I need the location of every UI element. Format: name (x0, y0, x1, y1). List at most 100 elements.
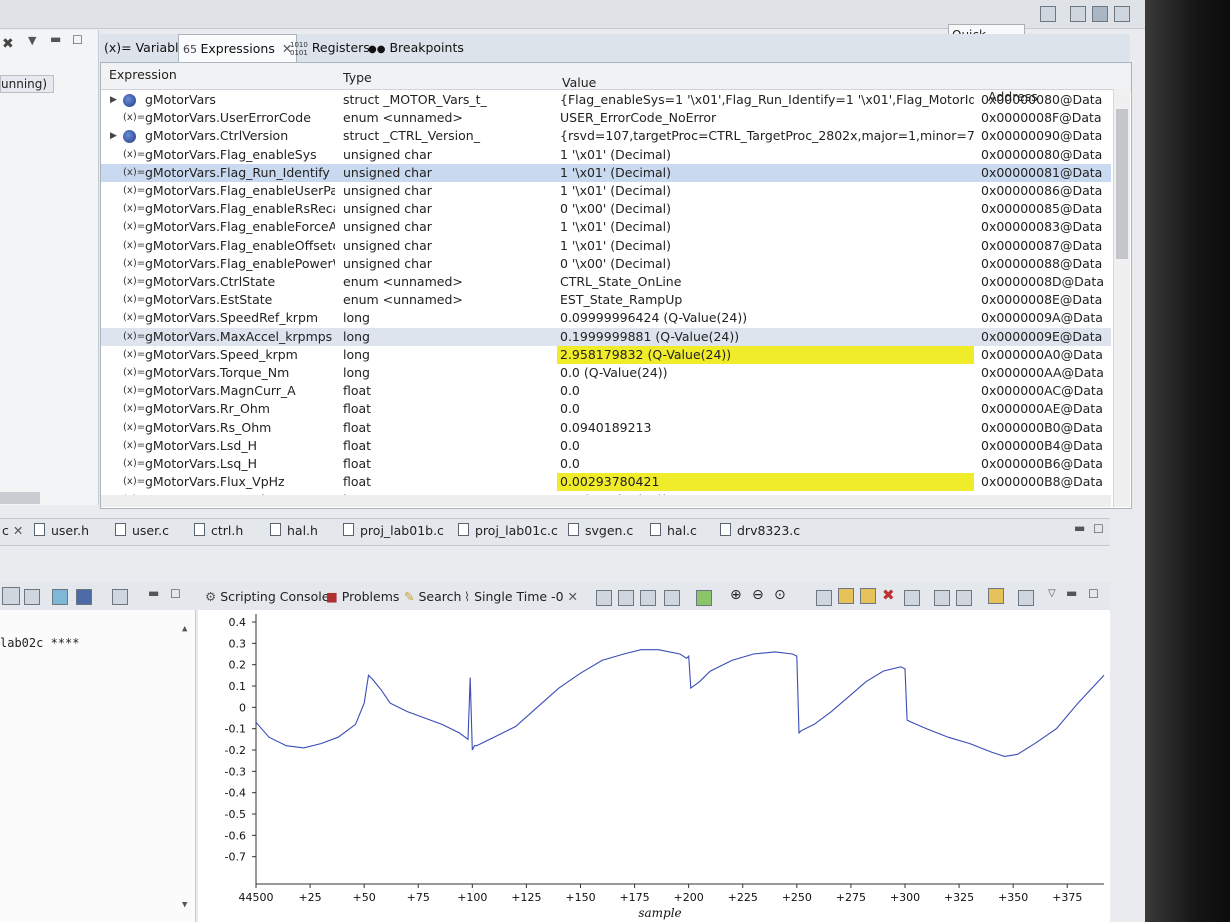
expression-cell[interactable]: gMotorVars.EstState (145, 291, 335, 309)
expression-cell[interactable]: gMotorVars.CtrlVersion (145, 127, 335, 145)
value-cell[interactable]: USER_ErrorCode_NoError (557, 109, 974, 127)
editor-tab-svgen[interactable]: svgen.c (568, 523, 633, 538)
table-row[interactable]: (x)= gMotorVars.Speed_krpm long 2.958179832… (101, 345, 1111, 364)
console-view-icon[interactable] (2, 587, 20, 605)
expand-icon[interactable]: ▶ (110, 91, 117, 109)
close-icon[interactable]: ✖ (2, 36, 14, 52)
editor-tab-proj-lab01b[interactable]: proj_lab01b.c (343, 523, 444, 538)
tab-scripting-console[interactable]: ⚙ Scripting Console (205, 589, 329, 604)
value-cell[interactable]: 0.1999999881 (Q-Value(24)) (557, 328, 974, 346)
display-console-icon[interactable] (76, 589, 92, 605)
table-row[interactable]: (x)= gMotorVars.Lsq_H float 0.0 0x000000B6@D… (101, 455, 1111, 473)
table-row[interactable]: (x)= gMotorVars.Lsd_H float 0.0 0x000000B4@D… (101, 437, 1111, 455)
value-cell[interactable]: {rsvd=107,targetProc=CTRL_TargetProc_280… (557, 127, 974, 145)
tab-registers[interactable]: 1010 0101 Registers (286, 34, 374, 61)
minimize-console-icon[interactable]: ▬ (148, 586, 159, 600)
value-cell[interactable]: {Flag_enableSys=1 '\x01',Flag_Run_Identi… (557, 91, 974, 109)
value-cell[interactable]: 2.958179832 (Q-Value(24)) (557, 345, 974, 364)
table-row[interactable]: (x)= gMotorVars.EstState enum <unnamed> EST… (101, 291, 1111, 309)
graph-canvas[interactable]: 0.4 0.3 0.2 0.1 0 -0.1 -0.2 -0.3 -0.4 -0.5 -0.6 -0.… (198, 610, 1110, 922)
expression-cell[interactable]: gMotorVars.Speed_krpm (145, 346, 335, 364)
expression-cell[interactable]: gMotorVars.CtrlState (145, 273, 335, 291)
editor-tab-ctrl-h[interactable]: ctrl.h (194, 523, 243, 538)
value-cell[interactable]: 0.0 (557, 437, 974, 455)
expression-cell[interactable]: gMotorVars.Flag_enableRsRecalc (145, 200, 335, 218)
tab-expressions[interactable]: 65 Expressions ✕ (178, 34, 298, 62)
zoom-icon[interactable]: ⊙ (774, 587, 786, 603)
horizontal-scrollbar[interactable] (0, 492, 40, 504)
settings-icon[interactable] (1114, 6, 1130, 22)
table-row[interactable]: (x)= gMotorVars.MaxAccel_krpmps long 0.1999… (101, 327, 1111, 346)
value-cell[interactable]: 1 '\x01' (Decimal) (557, 218, 974, 236)
value-cell[interactable]: 0.0940189213 (557, 419, 974, 437)
editor-tab-hal-h[interactable]: hal.h (270, 523, 318, 538)
table-row[interactable]: (x)=gMotorVars.Flag_enableOffsetcalc unsi… (101, 237, 1111, 255)
maximize-icon[interactable]: ☐ (72, 33, 83, 47)
expression-cell[interactable]: gMotorVars.Torque_Nm (145, 364, 335, 382)
expression-cell[interactable]: gMotorVars.Flag_enableUserParams (145, 182, 335, 200)
expression-cell[interactable]: gMotorVars.Flux_VpHz (145, 473, 335, 491)
minimize-graph-icon[interactable]: ▬ (1066, 586, 1077, 600)
expression-cell[interactable]: gMotorVars.Flag_Run_Identify (145, 164, 335, 182)
table-row[interactable]: (x)= gMotorVars.CtrlState enum <unnamed> CT… (101, 273, 1111, 291)
new-console-icon[interactable] (112, 589, 128, 605)
editor-tab-user-c[interactable]: user.c (115, 523, 169, 538)
table-row[interactable]: (x)= gMotorVars.Flag_Run_Identify unsigned… (101, 163, 1111, 182)
value-cell[interactable]: 0.09999996424 (Q-Value(24)) (557, 309, 974, 327)
graph-tool-icon[interactable] (904, 590, 920, 606)
graph-tool-icon[interactable] (816, 590, 832, 606)
maximize-graph-icon[interactable]: ☐ (1088, 587, 1099, 601)
value-cell[interactable]: 0 '\x00' (Decimal) (557, 255, 974, 273)
single-time-graph[interactable]: 0.4 0.3 0.2 0.1 0 -0.1 -0.2 -0.3 -0.4 -0.5 -0.6 -0.… (198, 610, 1110, 922)
expression-cell[interactable]: gMotorVars.Flag_enableForceAngle (145, 218, 335, 236)
scroll-down-icon[interactable]: ▼ (182, 900, 187, 910)
value-cell[interactable]: 0.00293780421 (557, 473, 974, 492)
minimize-editor-icon[interactable]: ▬ (1074, 521, 1085, 535)
tab-search[interactable]: ✎ Search (404, 589, 461, 604)
table-row[interactable]: (x)=gMotorVars.Flag_enableForceAngle unsi… (101, 218, 1111, 236)
maximize-console-icon[interactable]: ☐ (170, 587, 181, 601)
running-status[interactable]: unning) (0, 75, 55, 93)
graph-tool-icon[interactable] (988, 588, 1004, 604)
editor-tab-drv8323[interactable]: drv8323.c (720, 523, 800, 538)
column-value[interactable]: Value (562, 75, 596, 90)
table-row[interactable]: (x)= gMotorVars.Flag_enableRsRecalc unsign… (101, 200, 1111, 218)
value-cell[interactable]: 1 '\x01' (Decimal) (557, 182, 974, 200)
tab-problems[interactable]: ■ Problems (326, 589, 399, 604)
expression-cell[interactable]: gMotorVars.SpeedRef_krpm (145, 309, 335, 327)
column-expression[interactable]: Expression (109, 67, 177, 82)
value-cell[interactable]: 1 '\x01' (Decimal) (557, 237, 974, 255)
expand-icon[interactable]: ▶ (110, 127, 117, 145)
value-cell[interactable]: 1 '\x01' (Decimal) (557, 164, 974, 182)
table-row[interactable]: (x)= gMotorVars.Rr_Ohm float 0.0 0x000000AE@… (101, 400, 1111, 418)
pin-icon[interactable] (24, 589, 40, 605)
table-row[interactable]: (x)=gMotorVars.Flag_enableUserParams unsi… (101, 182, 1111, 200)
minimize-icon[interactable]: ▬ (50, 32, 61, 46)
graph-tool-icon[interactable] (640, 590, 656, 606)
graph-tool-icon[interactable] (956, 590, 972, 606)
horizontal-scrollbar[interactable] (101, 495, 1111, 507)
table-row[interactable]: (x)= gMotorVars.UserErrorCode enum <unname… (101, 109, 1111, 127)
graph-tool-icon[interactable] (1018, 590, 1034, 606)
maximize-editor-icon[interactable]: ☐ (1093, 522, 1104, 536)
expression-cell[interactable]: gMotorVars.Lsd_H (145, 437, 335, 455)
expression-cell[interactable]: gMotorVars.MaxAccel_krpmps (145, 328, 335, 346)
value-cell[interactable]: 1 '\x01' (Decimal) (557, 146, 974, 164)
graph-tool-icon[interactable] (934, 590, 950, 606)
editor-tab-c[interactable]: c ✕ (2, 523, 23, 538)
graph-tool-icon[interactable] (860, 588, 876, 604)
expression-cell[interactable]: gMotorVars.Flag_enableSys (145, 146, 335, 164)
zoom-out-icon[interactable]: ⊖ (752, 587, 764, 603)
vertical-scrollbar[interactable] (1113, 89, 1130, 507)
value-cell[interactable]: CTRL_State_OnLine (557, 273, 974, 291)
zoom-in-icon[interactable]: ⊕ (730, 587, 742, 603)
graph-tool-icon[interactable] (838, 588, 854, 604)
value-cell[interactable]: 0.0 (557, 382, 974, 400)
table-row[interactable]: (x)= gMotorVars.MagnCurr_A float 0.0 0x00000… (101, 382, 1111, 400)
scroll-up-icon[interactable]: ▲ (182, 624, 187, 634)
open-console-icon[interactable] (52, 589, 68, 605)
editor-tab-hal-c[interactable]: hal.c (650, 523, 697, 538)
tab-single-time[interactable]: ⌇ Single Time -0 ✕ (464, 589, 578, 604)
table-row[interactable]: (x)=gMotorVars.Flag_enablePowerWarp unsig… (101, 255, 1111, 273)
expression-cell[interactable]: gMotorVars.Lsq_H (145, 455, 335, 473)
